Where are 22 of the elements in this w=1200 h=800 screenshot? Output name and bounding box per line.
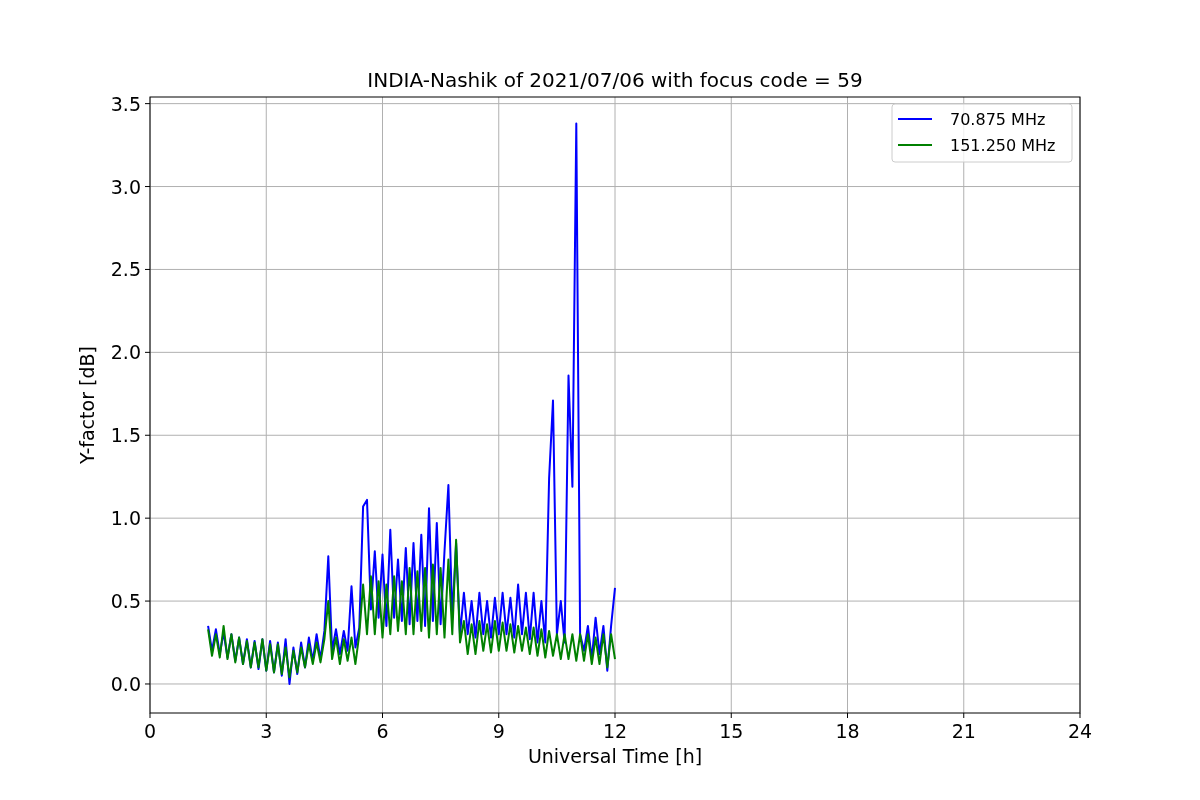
tick-label: 3.5	[110, 92, 141, 115]
tick-label: 12	[602, 720, 628, 742]
axis-label: Y-factor [dB]	[76, 346, 98, 464]
legend-label: 70.875 MHz	[950, 110, 1046, 129]
tick-label: 21	[951, 720, 976, 742]
tick-label: 3	[260, 720, 273, 742]
tick-label: 0.0	[110, 673, 141, 695]
tick-label: 6	[376, 720, 389, 742]
tick-label: 9	[492, 720, 505, 742]
legend-label: 151.250 MHz	[950, 136, 1056, 155]
tick-label: 15	[719, 720, 744, 742]
tick-label: 0.5	[110, 590, 141, 613]
tick-label: 1.5	[110, 424, 141, 447]
tick-label: 2.5	[110, 258, 141, 281]
tick-label: 2.0	[110, 341, 141, 364]
tick-label: 3.0	[110, 175, 141, 198]
axis-label: Universal Time [h]	[527, 745, 703, 767]
chart-title: INDIA-Nashik of 2021/07/06 with focus code = 59	[367, 68, 863, 92]
tick-label: 24	[1067, 720, 1093, 742]
tick-label: 0	[143, 720, 157, 742]
tick-label: 1.0	[110, 507, 141, 530]
tick-label: 18	[835, 720, 860, 742]
